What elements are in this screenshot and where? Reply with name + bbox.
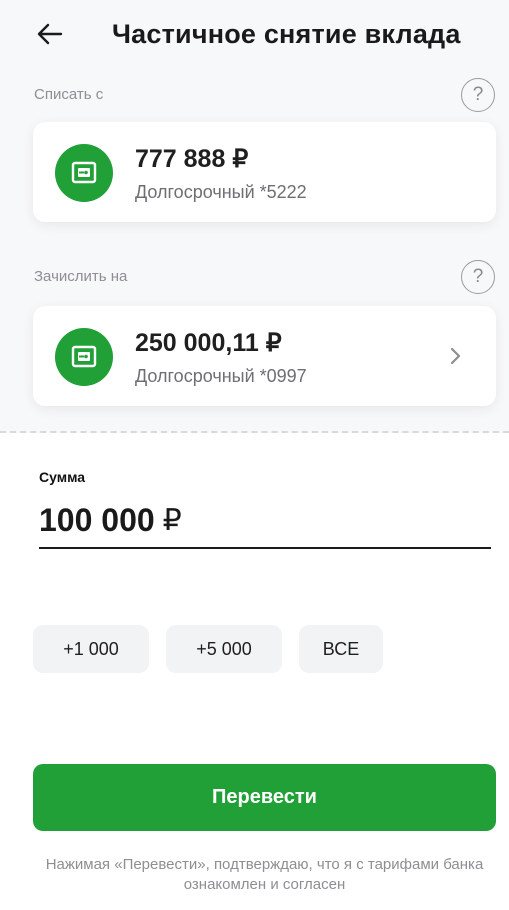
question-circle-icon: ? [472,266,484,287]
quick-amount-all[interactable]: ВСЕ [299,625,383,673]
disclaimer-text: Нажимая «Перевести», подтверждаю, что я … [45,856,484,893]
source-deposit-card[interactable]: 777 888 ₽ Долгосрочный *5222 [33,122,496,222]
sum-underline [39,547,491,549]
to-label: Зачислить на [34,268,128,285]
sum-value: 100 000 [39,501,155,538]
source-account-name: Долгосрочный *5222 [135,182,307,202]
chevron-right-icon[interactable] [444,344,468,368]
quick-amount-1000[interactable]: +1 000 [33,625,149,673]
source-balance: 777 888 ₽ [135,145,249,173]
sum-currency: ₽ [162,503,182,537]
question-circle-icon: ? [472,84,484,105]
header: Частичное снятие вклада [0,0,509,70]
sum-input[interactable]: 100 000 ₽ [39,492,491,548]
target-deposit-card[interactable]: 250 000,11 ₽ Долгосрочный *0997 [33,306,496,406]
from-label: Списать с [34,86,104,103]
sum-label: Сумма [39,469,86,485]
partial-withdrawal-screen: Частичное снятие вклада Списать с ? 777 … [0,0,509,910]
back-button[interactable] [30,14,70,54]
safe-icon [55,328,113,386]
target-account-name: Долгосрочный *0997 [135,366,307,386]
transfer-button[interactable]: Перевести [33,764,496,831]
quick-amount-5000[interactable]: +5 000 [166,625,282,673]
safe-icon [55,144,113,202]
arrow-left-icon [37,23,63,45]
page-title: Частичное снятие вклада [112,19,461,49]
to-help-button[interactable]: ? [461,260,495,294]
dashed-divider [0,431,509,433]
from-help-button[interactable]: ? [461,78,495,112]
target-balance: 250 000,11 ₽ [135,329,282,357]
